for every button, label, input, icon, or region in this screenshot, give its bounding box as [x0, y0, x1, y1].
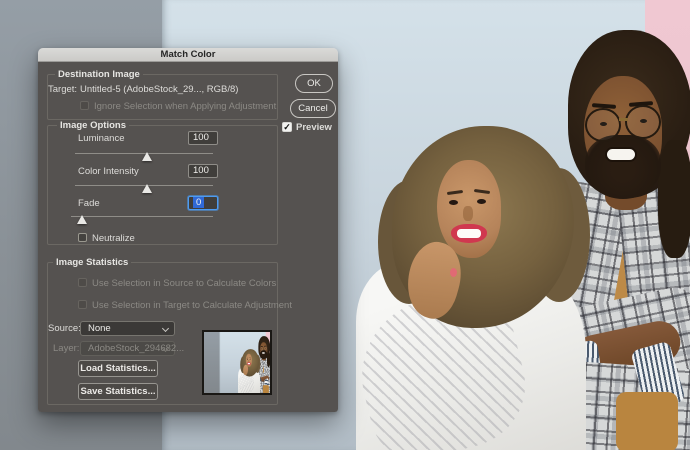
preview-checkbox[interactable]: ✓	[282, 122, 292, 132]
man-hair-side	[267, 351, 270, 367]
ignore-selection-label: Ignore Selection when Applying Adjustmen…	[94, 101, 276, 112]
fade-field[interactable]: 0	[188, 196, 218, 210]
man-shirt-lower	[616, 392, 678, 450]
source-dropdown[interactable]: None	[80, 321, 175, 336]
color-intensity-label: Color Intensity	[78, 166, 139, 177]
preview-label: Preview	[296, 122, 332, 133]
destination-image-group	[47, 74, 278, 120]
color-intensity-slider-thumb[interactable]	[142, 184, 152, 193]
load-statistics-button[interactable]: Load Statistics...	[78, 360, 158, 377]
target-value: Untitled-5 (AdobeStock_29..., RGB/8)	[80, 84, 238, 95]
layer-label: Layer:	[53, 343, 79, 354]
match-color-dialog: Match Color Destination Image Target: Un…	[38, 48, 338, 412]
man-smile	[605, 147, 637, 162]
use-target-checkbox[interactable]	[78, 300, 87, 309]
destination-image-legend: Destination Image	[55, 69, 143, 80]
target-label: Target:	[48, 84, 77, 95]
woman-fingernail	[247, 368, 248, 369]
man-shirt-lower	[263, 385, 269, 393]
fade-label: Fade	[78, 198, 100, 209]
dialog-body: Destination Image Target: Untitled-5 (Ad…	[38, 62, 338, 412]
fade-slider-track[interactable]	[71, 216, 213, 217]
woman-eye-right	[250, 359, 251, 360]
source-label: Source:	[48, 323, 81, 334]
woman-fingernail	[450, 268, 457, 277]
save-statistics-button[interactable]: Save Statistics...	[78, 383, 158, 400]
man-glasses-right-lens	[625, 105, 661, 139]
dialog-title: Match Color	[161, 49, 216, 60]
woman-eye-left	[449, 200, 458, 205]
thumbnail-photo	[204, 332, 270, 393]
luminance-slider-thumb[interactable]	[142, 152, 152, 161]
luminance-label: Luminance	[78, 133, 124, 144]
cancel-button[interactable]: Cancel	[290, 99, 336, 118]
image-statistics-legend: Image Statistics	[53, 257, 131, 268]
man-beard	[585, 135, 661, 199]
fade-slider-thumb[interactable]	[77, 215, 87, 224]
screenshot-root: Match Color Destination Image Target: Un…	[0, 0, 690, 450]
man-glasses-right-lens	[264, 346, 267, 351]
chevron-down-icon	[162, 325, 169, 332]
use-source-label: Use Selection in Source to Calculate Col…	[92, 278, 276, 289]
man-smile	[262, 352, 265, 354]
color-intensity-field[interactable]: 100	[188, 164, 218, 178]
neutralize-checkbox[interactable]	[78, 233, 87, 242]
woman-smile	[457, 229, 481, 238]
use-target-label: Use Selection in Target to Calculate Adj…	[92, 300, 292, 311]
woman-nose	[463, 206, 473, 221]
use-source-checkbox[interactable]	[78, 278, 87, 287]
woman-eye-right	[477, 199, 486, 204]
dialog-titlebar[interactable]: Match Color	[38, 48, 338, 62]
neutralize-label: Neutralize	[92, 233, 135, 244]
image-options-legend: Image Options	[57, 120, 129, 131]
gray-wall	[204, 332, 220, 393]
layer-dropdown: AdobeStock_294682...	[80, 341, 175, 356]
man-glasses-bridge	[619, 118, 628, 121]
man-hair-side	[658, 140, 690, 258]
source-image-thumbnail	[202, 330, 272, 395]
luminance-field[interactable]: 100	[188, 131, 218, 145]
woman-smile	[248, 363, 250, 364]
ignore-selection-checkbox[interactable]	[80, 101, 89, 110]
man-glasses-left-lens	[585, 108, 621, 142]
ok-button[interactable]: OK	[295, 74, 333, 93]
